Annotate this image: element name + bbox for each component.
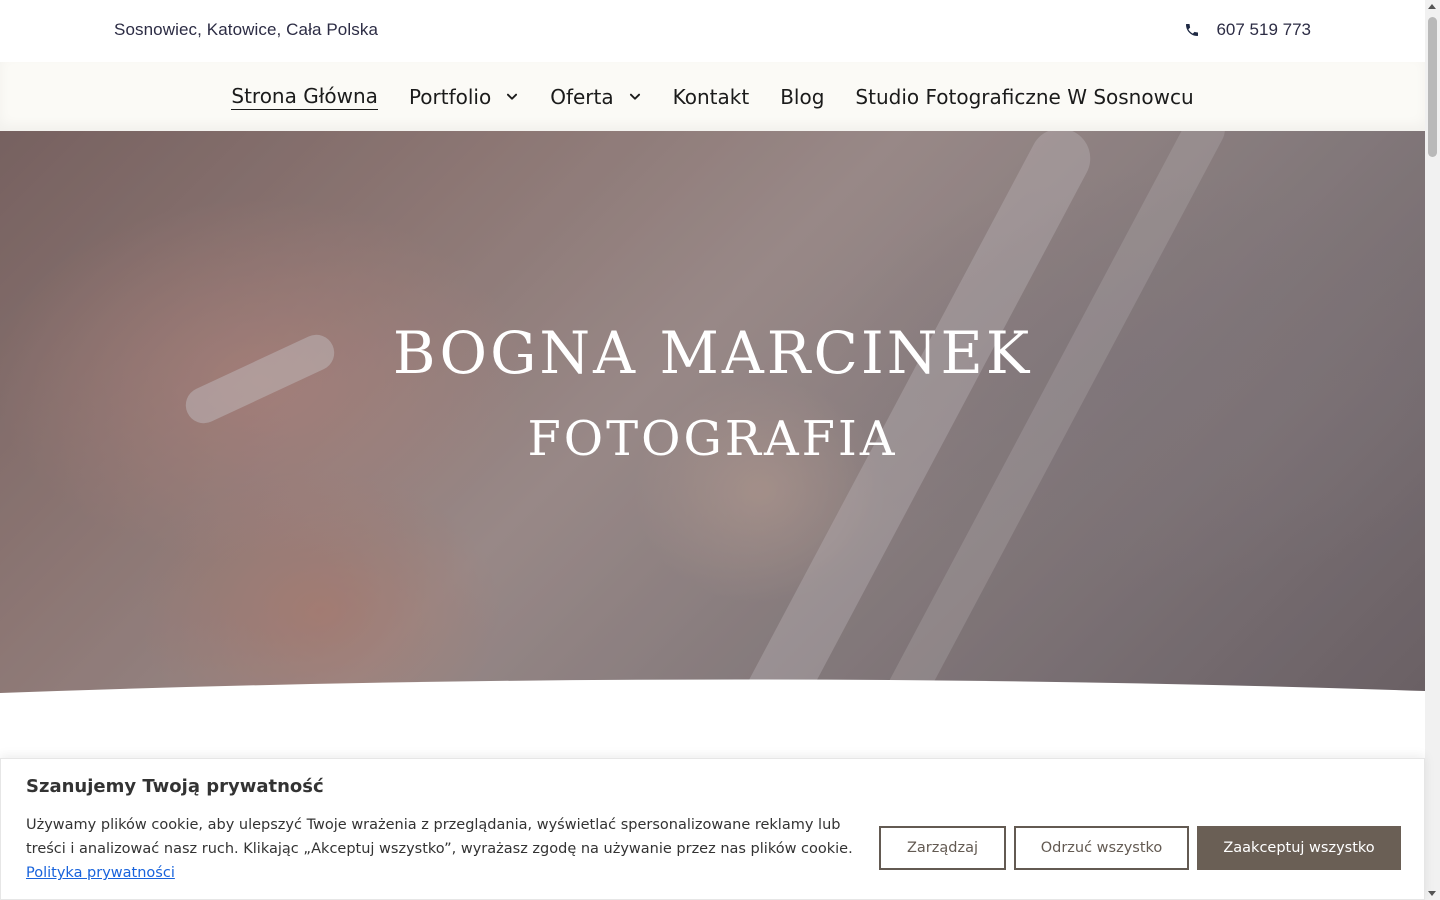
nav-label[interactable]: Oferta: [550, 85, 613, 109]
nav-label[interactable]: Kontakt: [673, 85, 750, 109]
hero-subtitle: FOTOGRAFIA: [527, 411, 898, 467]
nav-item-blog[interactable]: Blog: [780, 85, 824, 109]
nav-label[interactable]: Blog: [780, 85, 824, 109]
phone-number[interactable]: 607 519 773: [1216, 20, 1311, 40]
cookie-description: Używamy plików cookie, aby ulepszyć Twoj…: [26, 817, 853, 857]
cookie-text: Używamy plików cookie, aby ulepszyć Twoj…: [26, 813, 871, 885]
nav-item-home[interactable]: Strona Główna: [231, 84, 378, 110]
nav-label[interactable]: Strona Główna: [231, 84, 378, 110]
hero-banner: BOGNA MARCINEK FOTOGRAFIA: [0, 131, 1425, 711]
hero-curve-divider: [0, 679, 1425, 711]
accept-all-button[interactable]: Zaakceptuj wszystko: [1197, 826, 1401, 870]
nav-item-portfolio[interactable]: Portfolio: [409, 85, 519, 109]
location-text: Sosnowiec, Katowice, Cała Polska: [114, 20, 378, 39]
nav-label[interactable]: Portfolio: [409, 85, 491, 109]
phone-icon: [1186, 24, 1199, 36]
nav-item-oferta[interactable]: Oferta: [550, 85, 641, 109]
cookie-banner: Szanujemy Twoją prywatność Używamy plikó…: [0, 758, 1425, 900]
reject-all-button[interactable]: Odrzuć wszystko: [1014, 826, 1189, 870]
scroll-up-icon[interactable]: [1428, 4, 1436, 9]
nav-label[interactable]: Studio Fotograficzne W Sosnowcu: [855, 85, 1193, 109]
scrollbar[interactable]: [1425, 0, 1440, 900]
nav-item-studio[interactable]: Studio Fotograficzne W Sosnowcu: [855, 85, 1193, 109]
scrollbar-thumb[interactable]: [1428, 17, 1437, 157]
scroll-down-icon[interactable]: [1428, 891, 1436, 896]
cookie-title: Szanujemy Twoją prywatność: [26, 776, 324, 797]
chevron-down-icon[interactable]: [505, 90, 519, 104]
manage-button[interactable]: Zarządzaj: [879, 826, 1006, 870]
phone-contact[interactable]: 607 519 773: [1184, 20, 1311, 40]
top-bar: Sosnowiec, Katowice, Cała Polska 607 519…: [0, 0, 1425, 62]
hero-title: BOGNA MARCINEK: [392, 319, 1033, 387]
main-navigation: Strona Główna Portfolio Oferta Kontakt B…: [0, 62, 1425, 131]
chevron-down-icon[interactable]: [628, 90, 642, 104]
nav-item-kontakt[interactable]: Kontakt: [673, 85, 750, 109]
privacy-policy-link[interactable]: Polityka prywatności: [26, 865, 175, 881]
